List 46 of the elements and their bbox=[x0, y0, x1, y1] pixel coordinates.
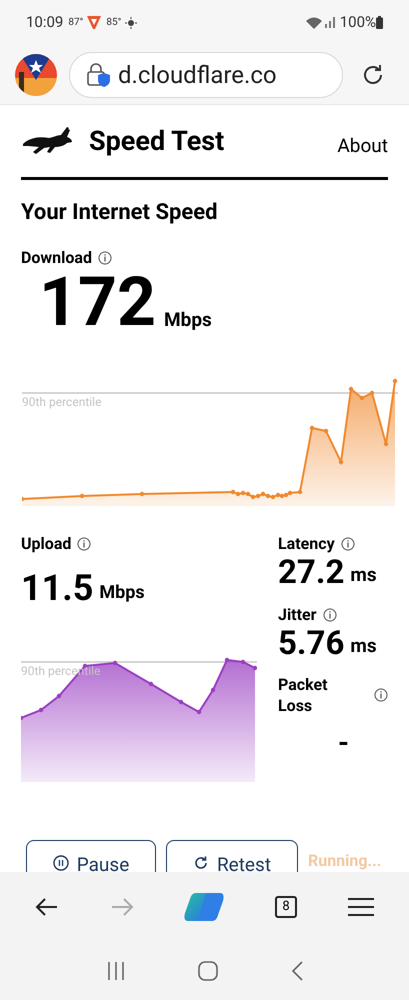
metric-value: 27.2 bbox=[278, 556, 344, 589]
metric-value: 5.76 bbox=[278, 627, 344, 660]
recent-apps-icon[interactable] bbox=[106, 962, 126, 980]
about-link[interactable]: About bbox=[337, 132, 388, 160]
section-heading: Your Internet Speed bbox=[21, 202, 219, 224]
sun-icon bbox=[125, 16, 138, 28]
url-text: d.cloudflare.co bbox=[118, 60, 277, 90]
profile-avatar[interactable] bbox=[15, 54, 57, 96]
metric-label: Jitter bbox=[278, 604, 316, 626]
unit-text: ms bbox=[350, 562, 377, 588]
download-value: 172 bbox=[39, 268, 156, 336]
menu-icon[interactable] bbox=[348, 897, 374, 917]
metric-label: Latency bbox=[278, 533, 335, 555]
info-icon[interactable] bbox=[322, 608, 336, 622]
signal-icon bbox=[324, 17, 336, 28]
lock-shield-icon bbox=[86, 62, 110, 86]
reload-icon[interactable] bbox=[361, 62, 385, 86]
home-icon[interactable] bbox=[198, 961, 218, 981]
info-icon[interactable] bbox=[98, 251, 112, 265]
unit-text: Mbps bbox=[164, 306, 212, 332]
status-text: Running... bbox=[308, 850, 382, 872]
unit-text: Mbps bbox=[99, 581, 145, 605]
info-icon[interactable] bbox=[340, 537, 355, 551]
upload-value: 11.5 bbox=[21, 570, 94, 606]
temperature-text: 85° bbox=[106, 16, 122, 30]
battery-percent: 100% bbox=[340, 12, 376, 34]
unit-text: ms bbox=[350, 632, 377, 658]
app-title: Speed Test bbox=[89, 124, 224, 159]
back-icon[interactable] bbox=[290, 961, 303, 981]
battery-icon bbox=[376, 16, 383, 29]
status-time: 10:09 bbox=[26, 12, 64, 34]
copilot-logo-icon[interactable] bbox=[184, 891, 224, 923]
metric-label: Upload bbox=[21, 533, 72, 555]
temperature-text: 87° bbox=[68, 16, 84, 30]
address-bar[interactable]: d.cloudflare.co bbox=[69, 52, 343, 98]
tab-count-button[interactable]: 8 bbox=[275, 896, 298, 918]
info-icon[interactable] bbox=[77, 537, 92, 551]
metric-label: Packet Loss bbox=[278, 674, 329, 716]
metric-label: Download bbox=[21, 247, 92, 269]
pause-icon bbox=[52, 855, 69, 871]
refresh-icon bbox=[192, 855, 209, 871]
wifi-icon bbox=[306, 16, 322, 28]
packet-loss-value: - bbox=[338, 725, 350, 761]
percentile-label: 90th percentile bbox=[22, 396, 102, 408]
info-icon[interactable] bbox=[374, 688, 388, 702]
back-arrow-icon[interactable] bbox=[35, 897, 60, 917]
